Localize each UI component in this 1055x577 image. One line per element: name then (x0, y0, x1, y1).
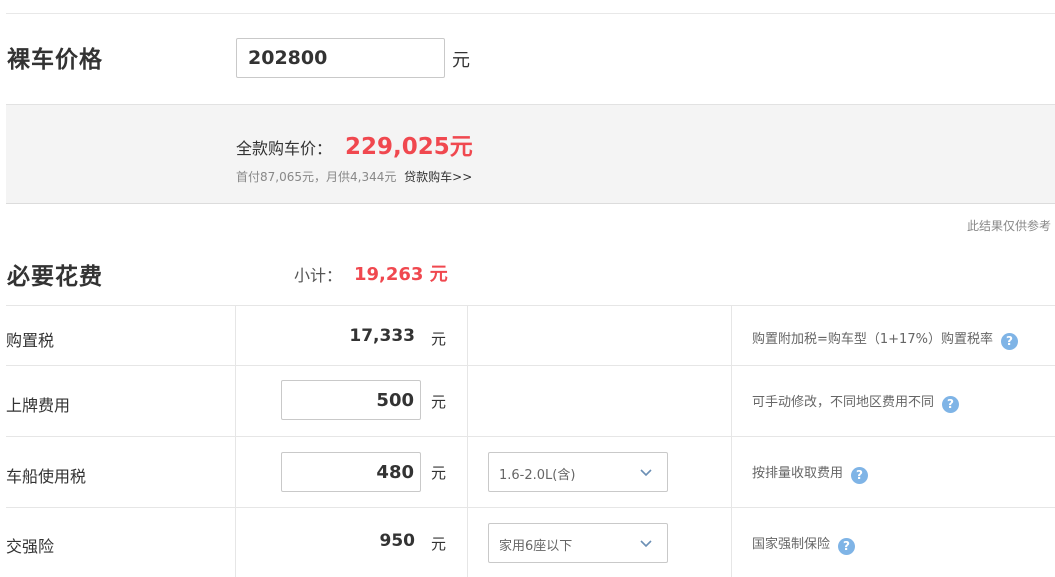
registration-fee-note-text: 可手动修改，不同地区费用不同 (752, 395, 935, 410)
help-icon[interactable]: ? (838, 538, 856, 555)
registration-fee-label: 上牌费用 (6, 396, 71, 415)
compulsory-insurance-note-text: 国家强制保险 (752, 537, 831, 552)
down-payment-text: 首付87,065元，月供4,344元 (236, 170, 397, 184)
seat-type-select[interactable]: 家用6座以下 (488, 523, 668, 563)
compulsory-insurance-label: 交强险 (6, 537, 55, 556)
vehicle-tax-unit: 元 (431, 464, 447, 482)
column-divider (731, 366, 732, 436)
column-divider (235, 366, 236, 436)
disclaimer-text: 此结果仅供参考 (966, 219, 1051, 233)
registration-fee-unit: 元 (431, 393, 447, 411)
chevron-down-icon (640, 469, 652, 477)
displacement-select[interactable]: 1.6-2.0L(含) (488, 452, 668, 492)
purchase-tax-unit: 元 (431, 330, 447, 348)
subtotal-value: 19,263 元 (354, 264, 448, 285)
table-row: 上牌费用 元 可手动修改，不同地区费用不同? (6, 365, 1055, 436)
help-icon[interactable]: ? (851, 467, 869, 484)
column-divider (467, 366, 468, 436)
registration-fee-input[interactable] (281, 380, 421, 420)
column-divider (235, 306, 236, 365)
compulsory-insurance-amount: 950 (379, 531, 416, 551)
purchase-tax-amount: 17,333 (349, 326, 415, 346)
displacement-select-value: 1.6-2.0L(含) (499, 468, 576, 483)
bare-price-input[interactable] (236, 38, 445, 78)
column-divider (467, 306, 468, 365)
compulsory-insurance-unit: 元 (431, 535, 447, 553)
full-price-label: 全款购车价： (236, 139, 333, 158)
column-divider (731, 508, 732, 577)
purchase-tax-label: 购置税 (6, 331, 55, 350)
full-price-value: 229,025元 (345, 134, 473, 160)
help-icon[interactable]: ? (1000, 333, 1018, 350)
top-divider (6, 13, 1055, 14)
column-divider (731, 437, 732, 507)
bare-price-unit: 元 (452, 50, 470, 71)
required-fees-title: 必要花费 (7, 264, 103, 290)
vehicle-tax-label: 车船使用税 (6, 467, 87, 486)
column-divider (235, 437, 236, 507)
table-row: 购置税 17,333 元 购置附加税=购车型（1+17%）购置税率? (6, 305, 1055, 365)
fee-table: 购置税 17,333 元 购置附加税=购车型（1+17%）购置税率? 上牌费用 … (6, 305, 1055, 577)
column-divider (235, 508, 236, 577)
column-divider (467, 437, 468, 507)
subtotal-label: 小计： (294, 266, 343, 285)
vehicle-tax-input[interactable] (281, 452, 421, 492)
vehicle-tax-note: 按排量收取费用? (752, 462, 869, 484)
registration-fee-note: 可手动修改，不同地区费用不同? (752, 391, 960, 413)
help-icon[interactable]: ? (942, 396, 960, 413)
chevron-down-icon (640, 540, 652, 548)
column-divider (731, 306, 732, 365)
compulsory-insurance-note: 国家强制保险? (752, 533, 856, 555)
purchase-tax-note: 购置附加税=购车型（1+17%）购置税率? (752, 328, 1018, 350)
loan-summary: 首付87,065元，月供4,344元 贷款购车>> (236, 168, 472, 185)
table-row: 交强险 950 元 家用6座以下 国家强制保险? (6, 507, 1055, 577)
loan-purchase-link[interactable]: 贷款购车>> (404, 170, 472, 184)
result-panel: 全款购车价： 229,025元 首付87,065元，月供4,344元 贷款购车>… (6, 104, 1055, 204)
bare-price-label: 裸车价格 (7, 47, 103, 73)
table-row: 车船使用税 元 1.6-2.0L(含) 按排量收取费用? (6, 436, 1055, 507)
column-divider (467, 508, 468, 577)
seat-type-select-value: 家用6座以下 (499, 539, 573, 554)
vehicle-tax-note-text: 按排量收取费用 (752, 466, 844, 481)
purchase-tax-note-text: 购置附加税=购车型（1+17%）购置税率 (752, 332, 993, 347)
